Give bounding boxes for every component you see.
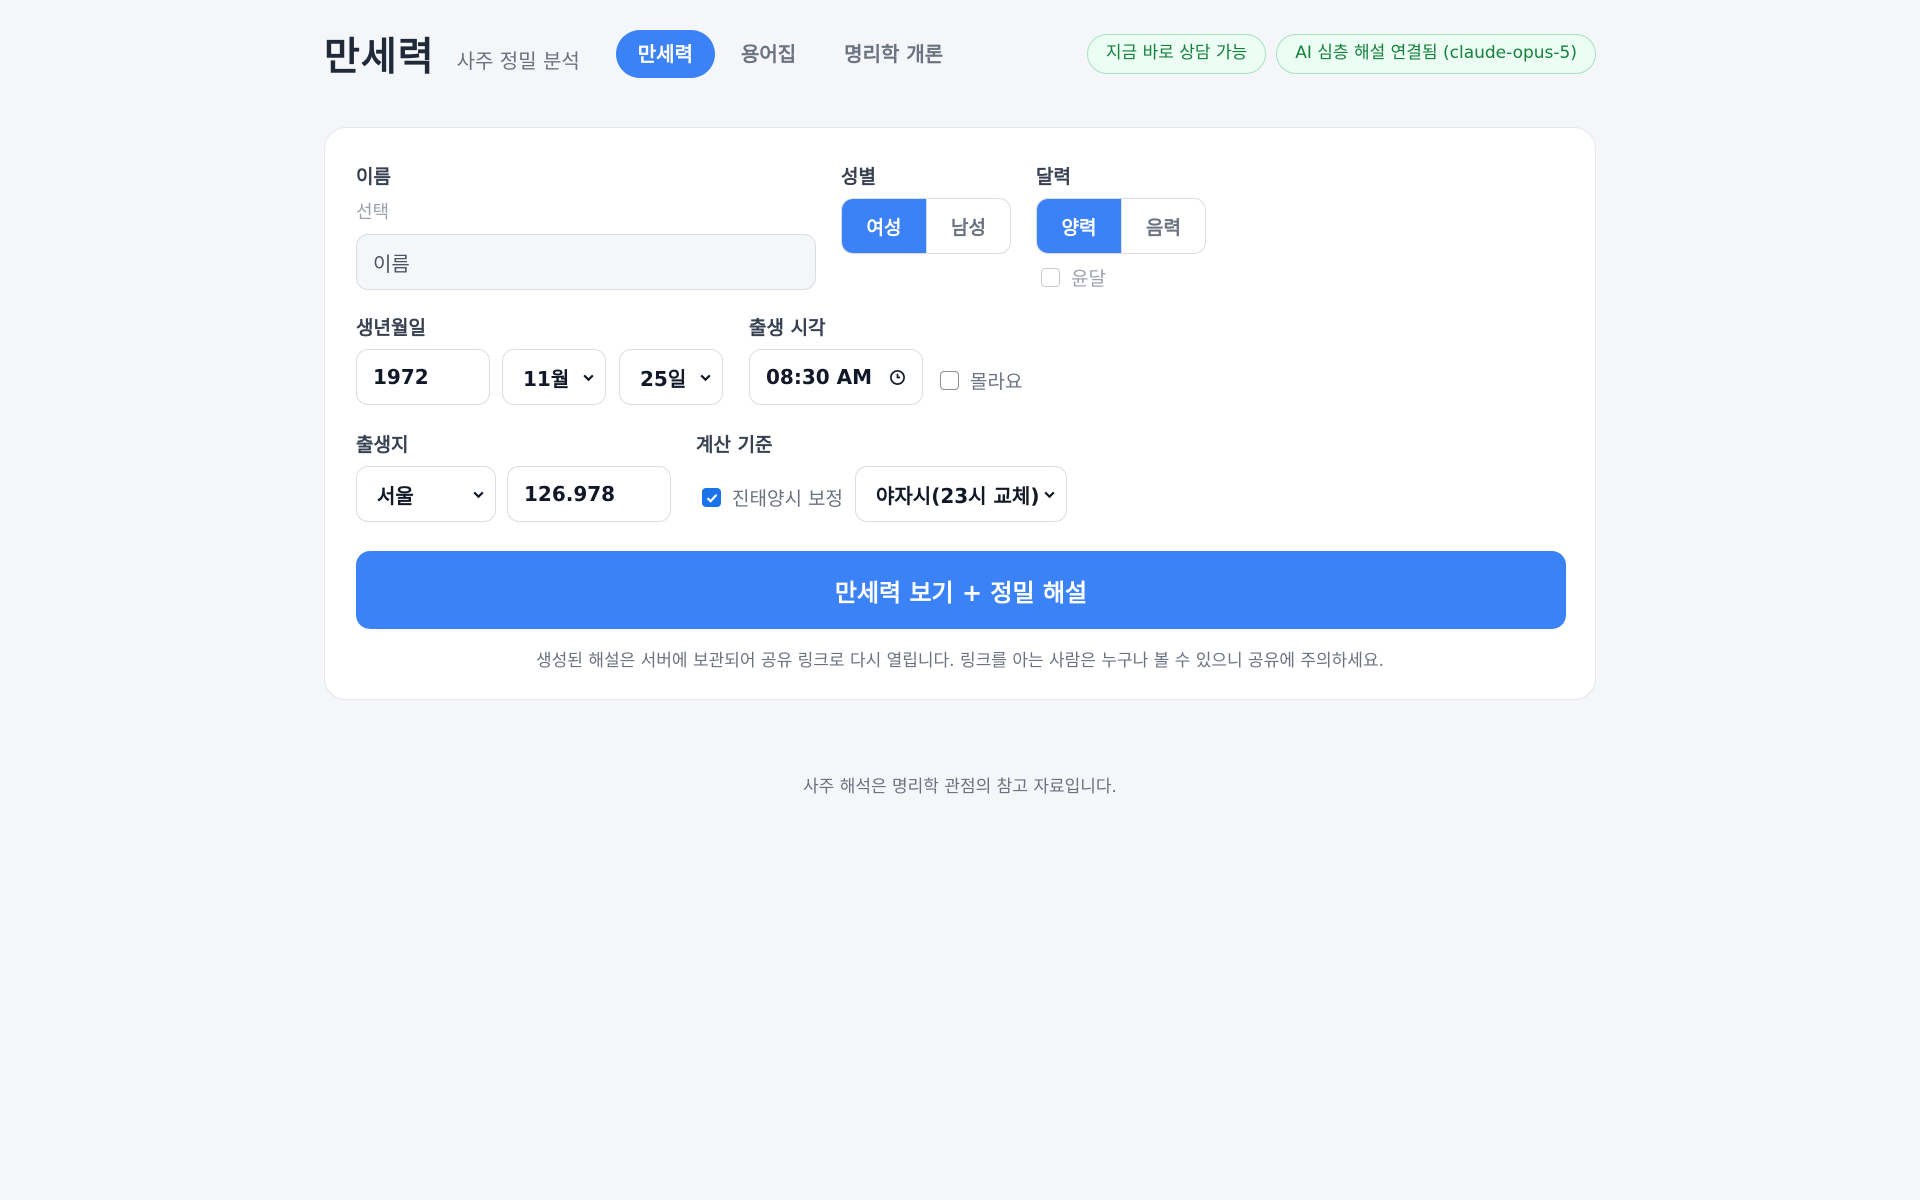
- birth-month-select[interactable]: 11월: [502, 349, 606, 405]
- birth-month-value: 11월: [523, 366, 570, 391]
- birth-time-value: 08:30 AM: [766, 365, 873, 389]
- calendar-solar-button[interactable]: 양력: [1037, 199, 1121, 253]
- status-badges: 지금 바로 상담 가능 AI 심층 해설 연결됨 (claude-opus-5): [1077, 34, 1596, 74]
- time-unknown-checkbox[interactable]: [940, 371, 959, 390]
- footer-disclaimer: 사주 해석은 명리학 관점의 참고 자료입니다.: [803, 777, 1117, 797]
- calendar-label: 달력: [1036, 166, 1071, 188]
- leap-month-label: 윤달: [1071, 268, 1106, 290]
- calendar-lunar-button[interactable]: 음력: [1121, 199, 1205, 253]
- chevron-down-icon: [700, 374, 711, 381]
- birth-day-select[interactable]: 25일: [619, 349, 723, 405]
- name-placeholder: 이름: [373, 251, 410, 276]
- chevron-down-icon: [583, 374, 594, 381]
- name-label: 이름: [356, 166, 391, 188]
- nav-glossary[interactable]: 용어집: [719, 30, 818, 78]
- leap-month-option: 윤달: [1041, 264, 1106, 291]
- longitude-value: 126.978: [524, 482, 616, 506]
- name-hint: 선택: [356, 202, 390, 223]
- birth-day-value: 25일: [640, 366, 687, 391]
- night-mode-value: 야자시(23시 교체): [876, 483, 1040, 508]
- nav-intro[interactable]: 명리학 개론: [822, 30, 965, 78]
- solar-time-option: 진태양시 보정: [702, 484, 843, 511]
- page: 만세력 사주 정밀 분석 만세력 용어집 명리학 개론 지금 바로 상담 가능 …: [0, 0, 1920, 1200]
- time-unknown-label: 몰라요: [970, 371, 1023, 393]
- chevron-down-icon: [473, 491, 484, 498]
- share-notice: 생성된 해설은 서버에 보관되어 공유 링크로 다시 열립니다. 링크를 아는 …: [536, 651, 1384, 671]
- birth-year-input[interactable]: 1972: [356, 349, 490, 405]
- leap-month-checkbox[interactable]: [1041, 268, 1060, 287]
- brand-title[interactable]: 만세력: [324, 26, 435, 82]
- checkmark-icon: [706, 493, 717, 503]
- birthtime-label: 출생 시각: [749, 317, 826, 339]
- birthdate-label: 생년월일: [356, 317, 426, 339]
- clock-icon[interactable]: [889, 369, 906, 386]
- chevron-down-icon: [1044, 491, 1055, 498]
- nav-manseryeok[interactable]: 만세력: [615, 30, 715, 78]
- night-mode-select[interactable]: 야자시(23시 교체): [855, 466, 1067, 522]
- gender-toggle: 여성 남성: [841, 198, 1011, 254]
- calendar-toggle: 양력 음력: [1036, 198, 1206, 254]
- time-unknown-option: 몰라요: [940, 367, 1022, 394]
- birth-time-input[interactable]: 08:30 AM: [749, 349, 923, 405]
- gender-male-button[interactable]: 남성: [926, 199, 1010, 253]
- gender-label: 성별: [841, 166, 876, 188]
- main-nav: 만세력 용어집 명리학 개론: [615, 30, 969, 78]
- solar-time-label: 진태양시 보정: [732, 488, 843, 510]
- birth-year-value: 1972: [373, 365, 429, 389]
- brand-subtitle: 사주 정밀 분석: [456, 48, 580, 73]
- solar-time-checkbox[interactable]: [702, 488, 721, 507]
- ai-status-badge: AI 심층 해설 연결됨 (claude-opus-5): [1276, 34, 1596, 74]
- submit-button[interactable]: 만세력 보기 + 정밀 해설: [356, 551, 1566, 629]
- basis-label: 계산 기준: [696, 434, 773, 456]
- longitude-input[interactable]: 126.978: [507, 466, 671, 522]
- top-header: 만세력 사주 정밀 분석 만세력 용어집 명리학 개론 지금 바로 상담 가능 …: [324, 26, 1596, 82]
- gender-female-button[interactable]: 여성: [842, 199, 926, 253]
- saju-form-card: 이름 선택 이름 성별 여성 남성 달력 양력 음력 윤달 생년월일 1972 …: [324, 127, 1596, 700]
- name-input[interactable]: 이름: [356, 234, 816, 290]
- consult-status-badge: 지금 바로 상담 가능: [1086, 34, 1267, 74]
- birth-city-select[interactable]: 서울: [356, 466, 496, 522]
- birthplace-label: 출생지: [356, 434, 409, 456]
- birth-city-value: 서울: [377, 483, 414, 508]
